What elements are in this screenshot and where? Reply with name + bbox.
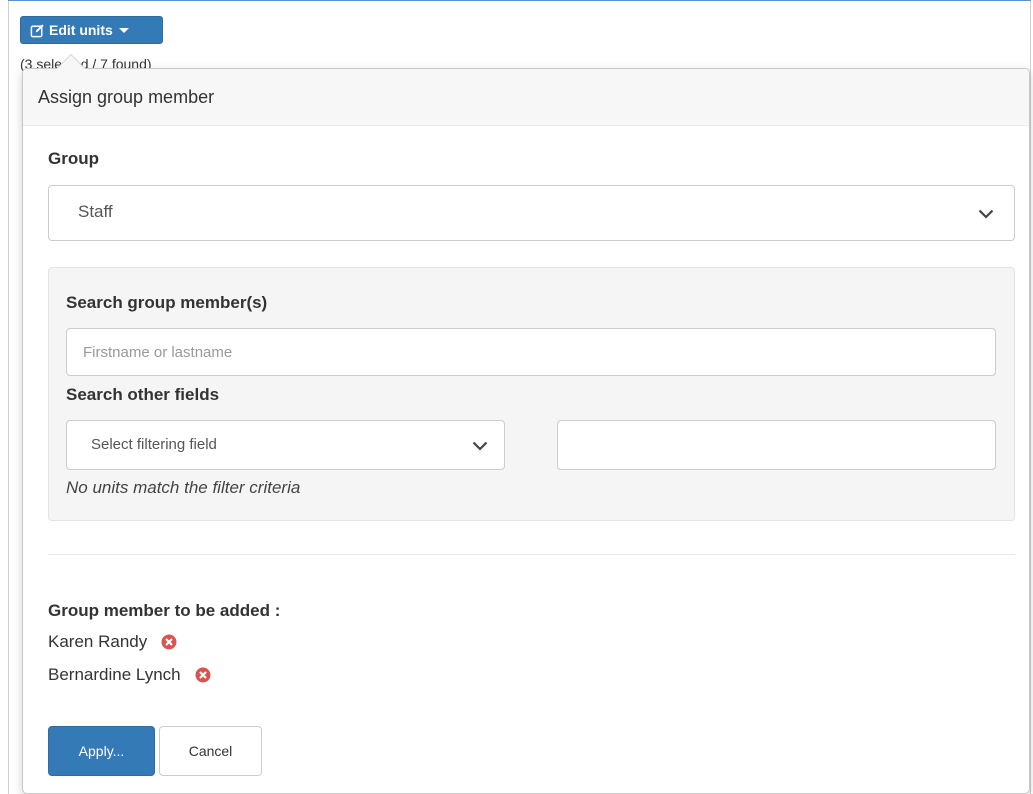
members-to-add-label: Group member to be added :	[48, 601, 281, 620]
chevron-down-icon	[978, 209, 994, 219]
member-item: Karen Randy	[48, 632, 177, 652]
frame-border-top	[8, 0, 1031, 1]
edit-units-button[interactable]: Edit units	[20, 16, 163, 44]
filter-value-input[interactable]	[557, 420, 996, 470]
no-match-message: No units match the filter criteria	[66, 478, 301, 497]
cancel-button[interactable]: Cancel	[159, 726, 262, 776]
assign-group-member-popover: Assign group member Group Staff Search g…	[22, 68, 1030, 794]
group-label: Group	[48, 149, 99, 168]
filter-field-select[interactable]: Select filtering field	[66, 420, 505, 470]
search-members-label: Search group member(s)	[66, 293, 268, 312]
filter-field-value: Select filtering field	[91, 436, 217, 453]
popover-header: Assign group member	[23, 69, 1029, 126]
frame-border-right	[1030, 0, 1031, 794]
member-item: Bernardine Lynch	[48, 665, 211, 685]
apply-button[interactable]: Apply...	[48, 726, 155, 776]
member-name: Karen Randy	[48, 632, 148, 651]
member-search-input[interactable]	[66, 328, 996, 376]
frame-border-left	[8, 0, 9, 794]
group-select-value: Staff	[78, 202, 113, 221]
edit-icon	[30, 23, 45, 38]
group-select[interactable]: Staff	[48, 185, 1015, 241]
caret-down-icon	[118, 27, 129, 33]
member-name: Bernardine Lynch	[48, 665, 181, 684]
remove-circle-icon[interactable]	[161, 634, 177, 650]
remove-circle-icon[interactable]	[195, 667, 211, 683]
popover-title: Assign group member	[38, 87, 215, 107]
divider	[48, 554, 1015, 555]
search-other-fields-label: Search other fields	[66, 385, 220, 404]
popover-arrow-fill	[57, 55, 85, 69]
search-panel: Search group member(s) Search other fiel…	[48, 267, 1015, 521]
chevron-down-icon	[472, 441, 488, 451]
edit-units-label: Edit units	[49, 22, 113, 38]
